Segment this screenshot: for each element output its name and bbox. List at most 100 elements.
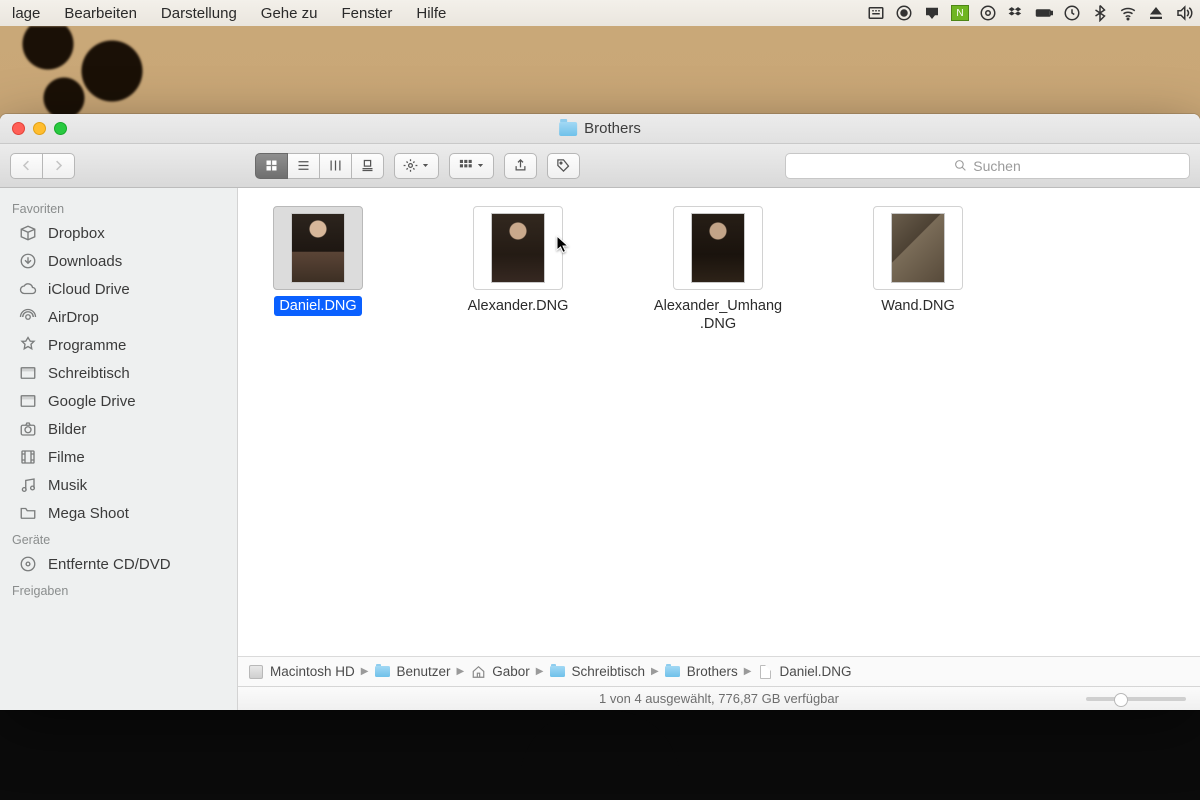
path-segment[interactable]: Brothers — [687, 664, 738, 679]
sidebar-item[interactable]: Bilder — [0, 415, 237, 443]
bluetooth-icon[interactable] — [1090, 4, 1110, 22]
music-icon — [18, 476, 38, 494]
sidebar-item-label: Google Drive — [48, 393, 136, 410]
menu-item[interactable]: Darstellung — [149, 5, 249, 22]
sidebar-section-header: Geräte — [0, 527, 237, 550]
file-thumbnail — [473, 206, 563, 290]
file-item[interactable]: Alexander.DNG — [458, 206, 578, 316]
sidebar-item-label: Downloads — [48, 253, 122, 270]
status-text: 1 von 4 ausgewählt, 776,87 GB verfügbar — [599, 691, 839, 706]
app-menus: lage Bearbeiten Darstellung Gehe zu Fens… — [0, 5, 458, 22]
path-separator-icon: ▶ — [536, 666, 544, 677]
path-segment[interactable]: Schreibtisch — [571, 664, 645, 679]
action-button[interactable] — [394, 153, 439, 179]
path-separator-icon: ▶ — [651, 666, 659, 677]
sidebar-item[interactable]: Downloads — [0, 247, 237, 275]
sidebar-item[interactable]: Programme — [0, 331, 237, 359]
file-thumbnail — [273, 206, 363, 290]
input-source-icon[interactable] — [866, 4, 886, 22]
sidebar-item-label: Programme — [48, 337, 126, 354]
zoom-slider[interactable] — [1086, 697, 1186, 701]
path-separator-icon: ▶ — [744, 666, 752, 677]
sidebar-item[interactable]: iCloud Drive — [0, 275, 237, 303]
sync-icon[interactable] — [978, 4, 998, 22]
search-field[interactable]: Suchen — [785, 153, 1190, 179]
minimize-button[interactable] — [33, 122, 46, 135]
coverflow-view-button[interactable] — [352, 153, 384, 179]
sidebar-item[interactable]: Entfernte CD/DVD — [0, 550, 237, 578]
file-item[interactable]: Alexander_Umhang.DNG — [658, 206, 778, 334]
window-title-text: Brothers — [584, 120, 641, 137]
close-button[interactable] — [12, 122, 25, 135]
airdrop-icon — [18, 308, 38, 326]
box-icon — [18, 224, 38, 242]
file-item[interactable]: Wand.DNG — [858, 206, 978, 316]
folder-icon — [18, 504, 38, 522]
eject-icon[interactable] — [1146, 4, 1166, 22]
arrange-button[interactable] — [449, 153, 494, 179]
menu-item[interactable]: Bearbeiten — [52, 5, 149, 22]
path-folder-icon — [549, 665, 565, 679]
cloud-icon — [18, 280, 38, 298]
battery-icon[interactable] — [1034, 4, 1054, 22]
window-titlebar[interactable]: Brothers — [0, 114, 1200, 144]
path-segment[interactable]: Gabor — [492, 664, 530, 679]
share-button[interactable] — [504, 153, 537, 179]
record-icon[interactable] — [894, 4, 914, 22]
tags-button[interactable] — [547, 153, 580, 179]
path-separator-icon: ▶ — [457, 666, 465, 677]
file-thumbnail — [873, 206, 963, 290]
menu-item[interactable]: lage — [0, 5, 52, 22]
forward-button[interactable] — [43, 153, 75, 179]
menu-item[interactable]: Hilfe — [404, 5, 458, 22]
sidebar-section-header: Favoriten — [0, 196, 237, 219]
path-segment[interactable]: Benutzer — [396, 664, 450, 679]
sidebar-item-label: Bilder — [48, 421, 86, 438]
path-segment[interactable]: Macintosh HD — [270, 664, 355, 679]
view-mode-segment — [255, 153, 384, 179]
menu-item[interactable]: Gehe zu — [249, 5, 330, 22]
menu-item[interactable]: Fenster — [330, 5, 405, 22]
system-menubar: lage Bearbeiten Darstellung Gehe zu Fens… — [0, 0, 1200, 26]
dropbox-status-icon[interactable] — [1006, 4, 1026, 22]
disc-icon — [18, 555, 38, 573]
path-segment[interactable]: Daniel.DNG — [779, 664, 851, 679]
sidebar: FavoritenDropbox Downloads iCloud Drive Air… — [0, 188, 238, 710]
sidebar-item-label: Mega Shoot — [48, 505, 129, 522]
wifi-icon[interactable] — [1118, 4, 1138, 22]
search-placeholder: Suchen — [973, 158, 1020, 174]
app-icon — [18, 336, 38, 354]
sidebar-item[interactable]: AirDrop — [0, 303, 237, 331]
sidebar-item[interactable]: Mega Shoot — [0, 499, 237, 527]
file-item[interactable]: Daniel.DNG — [258, 206, 378, 316]
path-home-icon — [470, 665, 486, 679]
sidebar-item[interactable]: Google Drive — [0, 387, 237, 415]
sidebar-item[interactable]: Filme — [0, 443, 237, 471]
path-disk-icon — [248, 665, 264, 679]
list-view-button[interactable] — [288, 153, 320, 179]
path-bar: Macintosh HD ▶ Benutzer ▶ Gabor ▶ Schreibtisch… — [238, 656, 1200, 686]
file-name: Daniel.DNG — [274, 296, 361, 316]
sidebar-item[interactable]: Schreibtisch — [0, 359, 237, 387]
airplay-icon[interactable] — [922, 4, 942, 22]
icon-view-button[interactable] — [255, 153, 288, 179]
path-doc-icon — [757, 665, 773, 679]
sidebar-item[interactable]: Dropbox — [0, 219, 237, 247]
toolbar: Suchen — [0, 144, 1200, 188]
sidebar-item-label: AirDrop — [48, 309, 99, 326]
fullscreen-button[interactable] — [54, 122, 67, 135]
timemachine-icon[interactable] — [1062, 4, 1082, 22]
volume-icon[interactable] — [1174, 4, 1194, 22]
content-area: Daniel.DNG Alexander.DNG Alexander_Umhan… — [238, 188, 1200, 710]
file-grid[interactable]: Daniel.DNG Alexander.DNG Alexander_Umhan… — [238, 188, 1200, 656]
sidebar-item[interactable]: Musik — [0, 471, 237, 499]
desktop-icon — [18, 364, 38, 382]
file-name: Alexander_Umhang.DNG — [649, 296, 787, 334]
finder-window: Brothers Suchen FavoritenDropbox Download… — [0, 114, 1200, 710]
app-status-icon[interactable]: N — [950, 4, 970, 22]
path-folder-icon — [374, 665, 390, 679]
status-icons: N — [866, 4, 1200, 22]
back-button[interactable] — [10, 153, 43, 179]
sidebar-section-header: Freigaben — [0, 578, 237, 601]
column-view-button[interactable] — [320, 153, 352, 179]
